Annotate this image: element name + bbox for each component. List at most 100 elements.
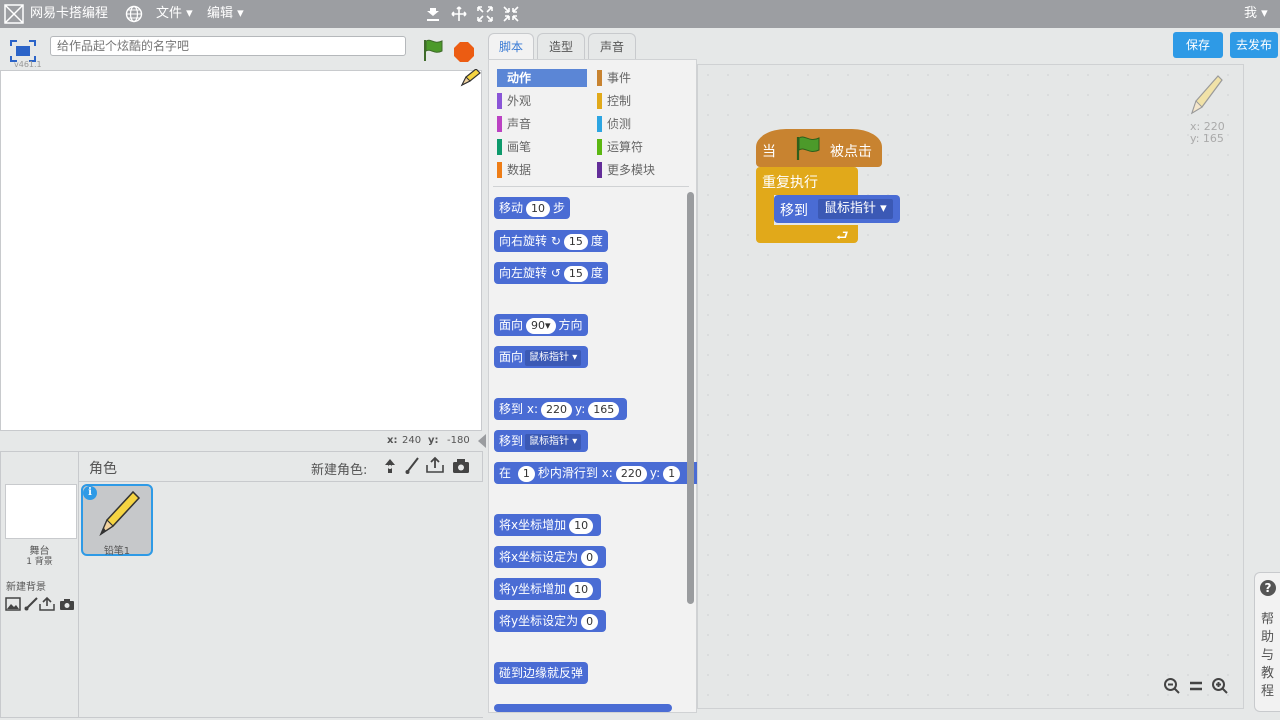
zoom-out-icon[interactable] — [1163, 677, 1181, 695]
pencil-sprite-icon[interactable] — [460, 69, 482, 87]
block-palette: 动作 事件 外观 控制 声音 侦测 画笔 运算符 数据 更多模块 移动 10 步 向… — [488, 59, 697, 713]
menu-bar: 网易卡搭编程 文件 ▾ 编辑 ▾ 我 ▾ — [0, 0, 1280, 28]
goto-mouse-block[interactable]: 移到 鼠标指针 ▾ — [774, 195, 900, 223]
stop-icon[interactable] — [453, 41, 475, 63]
green-flag-icon — [796, 136, 820, 160]
block-goto[interactable]: 移到 鼠标指针 ▾ — [494, 430, 589, 452]
help-label: 帮助与教程 — [1261, 612, 1275, 699]
coord-y-value: -180 — [447, 435, 470, 446]
tab-costumes[interactable]: 造型 — [537, 33, 585, 59]
loop-arrow-icon: ⮐ — [836, 228, 849, 244]
green-flag-icon[interactable] — [422, 38, 444, 62]
sprite-name: 铅笔1 — [103, 546, 131, 557]
category-motion[interactable]: 动作 — [497, 69, 587, 87]
block-point-towards[interactable]: 面向 鼠标指针 ▾ — [494, 346, 589, 368]
tab-scripts[interactable]: 脚本 — [488, 33, 534, 59]
category-events[interactable]: 事件 — [597, 69, 677, 87]
category-looks[interactable]: 外观 — [497, 92, 587, 110]
block-set-y[interactable]: 将y坐标设定为 0 — [494, 610, 607, 632]
coord-x-label: x: — [387, 435, 398, 446]
camera-sprite-icon[interactable] — [452, 458, 470, 474]
block-partial[interactable] — [494, 704, 672, 712]
save-button[interactable]: 保存 — [1173, 32, 1223, 58]
sprite-position: x: 220 y: 165 — [1190, 120, 1225, 145]
new-backdrop-label: 新建背景 — [6, 582, 46, 593]
forever-block-arm — [756, 195, 774, 225]
publish-button[interactable]: 去发布 — [1230, 32, 1278, 58]
palette-scrollbar[interactable] — [687, 192, 694, 604]
pencil-icon — [99, 490, 141, 537]
block-turn-left[interactable]: 向左旋转 ↺ 15 度 — [494, 262, 608, 284]
goto-label: 移到 — [780, 203, 808, 219]
block-goto-xy[interactable]: 移到 x: 220 y: 165 — [494, 398, 628, 420]
forever-block-bottom: ⮐ — [756, 225, 858, 244]
shrink-icon[interactable] — [502, 5, 520, 23]
zoom-in-icon[interactable] — [1211, 677, 1229, 695]
category-data[interactable]: 数据 — [497, 161, 587, 179]
backdrop-count: 1 背景 — [26, 557, 53, 567]
stage-canvas[interactable] — [0, 69, 482, 431]
collapse-arrow-icon[interactable] — [478, 434, 486, 448]
category-sound[interactable]: 声音 — [497, 115, 587, 133]
globe-icon[interactable] — [125, 5, 143, 23]
hat-block-when-flag-clicked[interactable]: 当 被点击 — [756, 129, 882, 167]
zoom-reset-icon[interactable] — [1187, 677, 1205, 695]
tab-sounds[interactable]: 声音 — [588, 33, 636, 59]
cut-icon[interactable] — [450, 5, 468, 23]
stage-thumbnail-column: 舞台 1 背景 新建背景 — [1, 452, 79, 717]
rotate-right-icon: ↻ — [550, 234, 561, 248]
upload-icon[interactable] — [39, 596, 55, 611]
hat-when-label: 当 — [762, 144, 776, 160]
version-label: v461.1 — [14, 60, 42, 69]
sprite-thumbnail-pencil[interactable]: i 铅笔1 — [81, 484, 153, 557]
block-move[interactable]: 移动 10 步 — [494, 197, 571, 219]
script-area[interactable]: 当 被点击 重复执行 ⮐ 移到 鼠标指针 ▾ x: 220 y: 165 — [697, 64, 1244, 709]
block-change-x[interactable]: 将x坐标增加 10 — [494, 514, 602, 536]
forever-block[interactable]: 重复执行 — [756, 167, 858, 195]
block-glide[interactable]: 在 1 秒内滑行到 x: 220 y: 1 — [494, 462, 697, 484]
forever-label: 重复执行 — [762, 175, 818, 191]
category-sensing[interactable]: 侦测 — [597, 115, 677, 133]
camera-icon[interactable] — [59, 598, 75, 611]
block-change-y[interactable]: 将y坐标增加 10 — [494, 578, 602, 600]
sprite-header: 角色 新建角色: — [79, 452, 483, 482]
block-set-x[interactable]: 将x坐标设定为 0 — [494, 546, 607, 568]
logo-icon[interactable] — [4, 4, 24, 24]
block-point-direction[interactable]: 面向 90▾ 方向 — [494, 314, 588, 336]
app-name[interactable]: 网易卡搭编程 — [30, 6, 108, 22]
category-more-blocks[interactable]: 更多模块 — [597, 161, 687, 179]
sprite-header-label: 角色 — [89, 461, 117, 477]
sprite-list: i 铅笔1 — [79, 482, 483, 717]
coord-x-value: 240 — [402, 435, 422, 446]
category-control[interactable]: 控制 — [597, 92, 677, 110]
stage-thumbnail[interactable] — [5, 484, 77, 539]
user-menu[interactable]: 我 ▾ — [1244, 6, 1268, 22]
edit-menu[interactable]: 编辑 ▾ — [207, 6, 244, 22]
new-sprite-label: 新建角色: — [311, 463, 368, 478]
fullscreen-icon[interactable] — [10, 40, 36, 62]
stage-toolbar: v461.1 — [0, 28, 483, 70]
upload-sprite-icon[interactable] — [426, 456, 444, 474]
rotate-left-icon: ↺ — [550, 266, 561, 280]
sprite-library-icon[interactable] — [381, 457, 399, 475]
duplicate-icon[interactable] — [424, 5, 442, 23]
block-bounce[interactable]: 碰到边缘就反弹 — [494, 662, 589, 684]
palette-divider — [493, 186, 689, 187]
current-sprite-pencil-icon — [1190, 75, 1223, 115]
category-operators[interactable]: 运算符 — [597, 138, 677, 156]
file-menu[interactable]: 文件 ▾ — [156, 6, 193, 22]
brush-icon[interactable] — [24, 597, 38, 611]
hat-clicked-label: 被点击 — [830, 144, 872, 160]
sprite-pane: 舞台 1 背景 新建背景 角色 新建角色: i 铅笔1 — [0, 451, 483, 718]
image-icon[interactable] — [5, 597, 21, 611]
grow-icon[interactable] — [476, 5, 494, 23]
info-icon[interactable]: i — [83, 486, 97, 500]
coord-y-label: y: — [428, 435, 439, 446]
project-title-input[interactable] — [50, 36, 406, 56]
block-turn-right[interactable]: 向右旋转 ↻ 15 度 — [494, 230, 608, 252]
goto-target-dropdown[interactable]: 鼠标指针 ▾ — [818, 199, 893, 219]
help-panel-tab[interactable]: ? 帮助与教程 — [1254, 572, 1280, 712]
paint-new-sprite-icon[interactable] — [405, 457, 419, 475]
help-icon: ? — [1260, 580, 1276, 596]
category-pen[interactable]: 画笔 — [497, 138, 587, 156]
